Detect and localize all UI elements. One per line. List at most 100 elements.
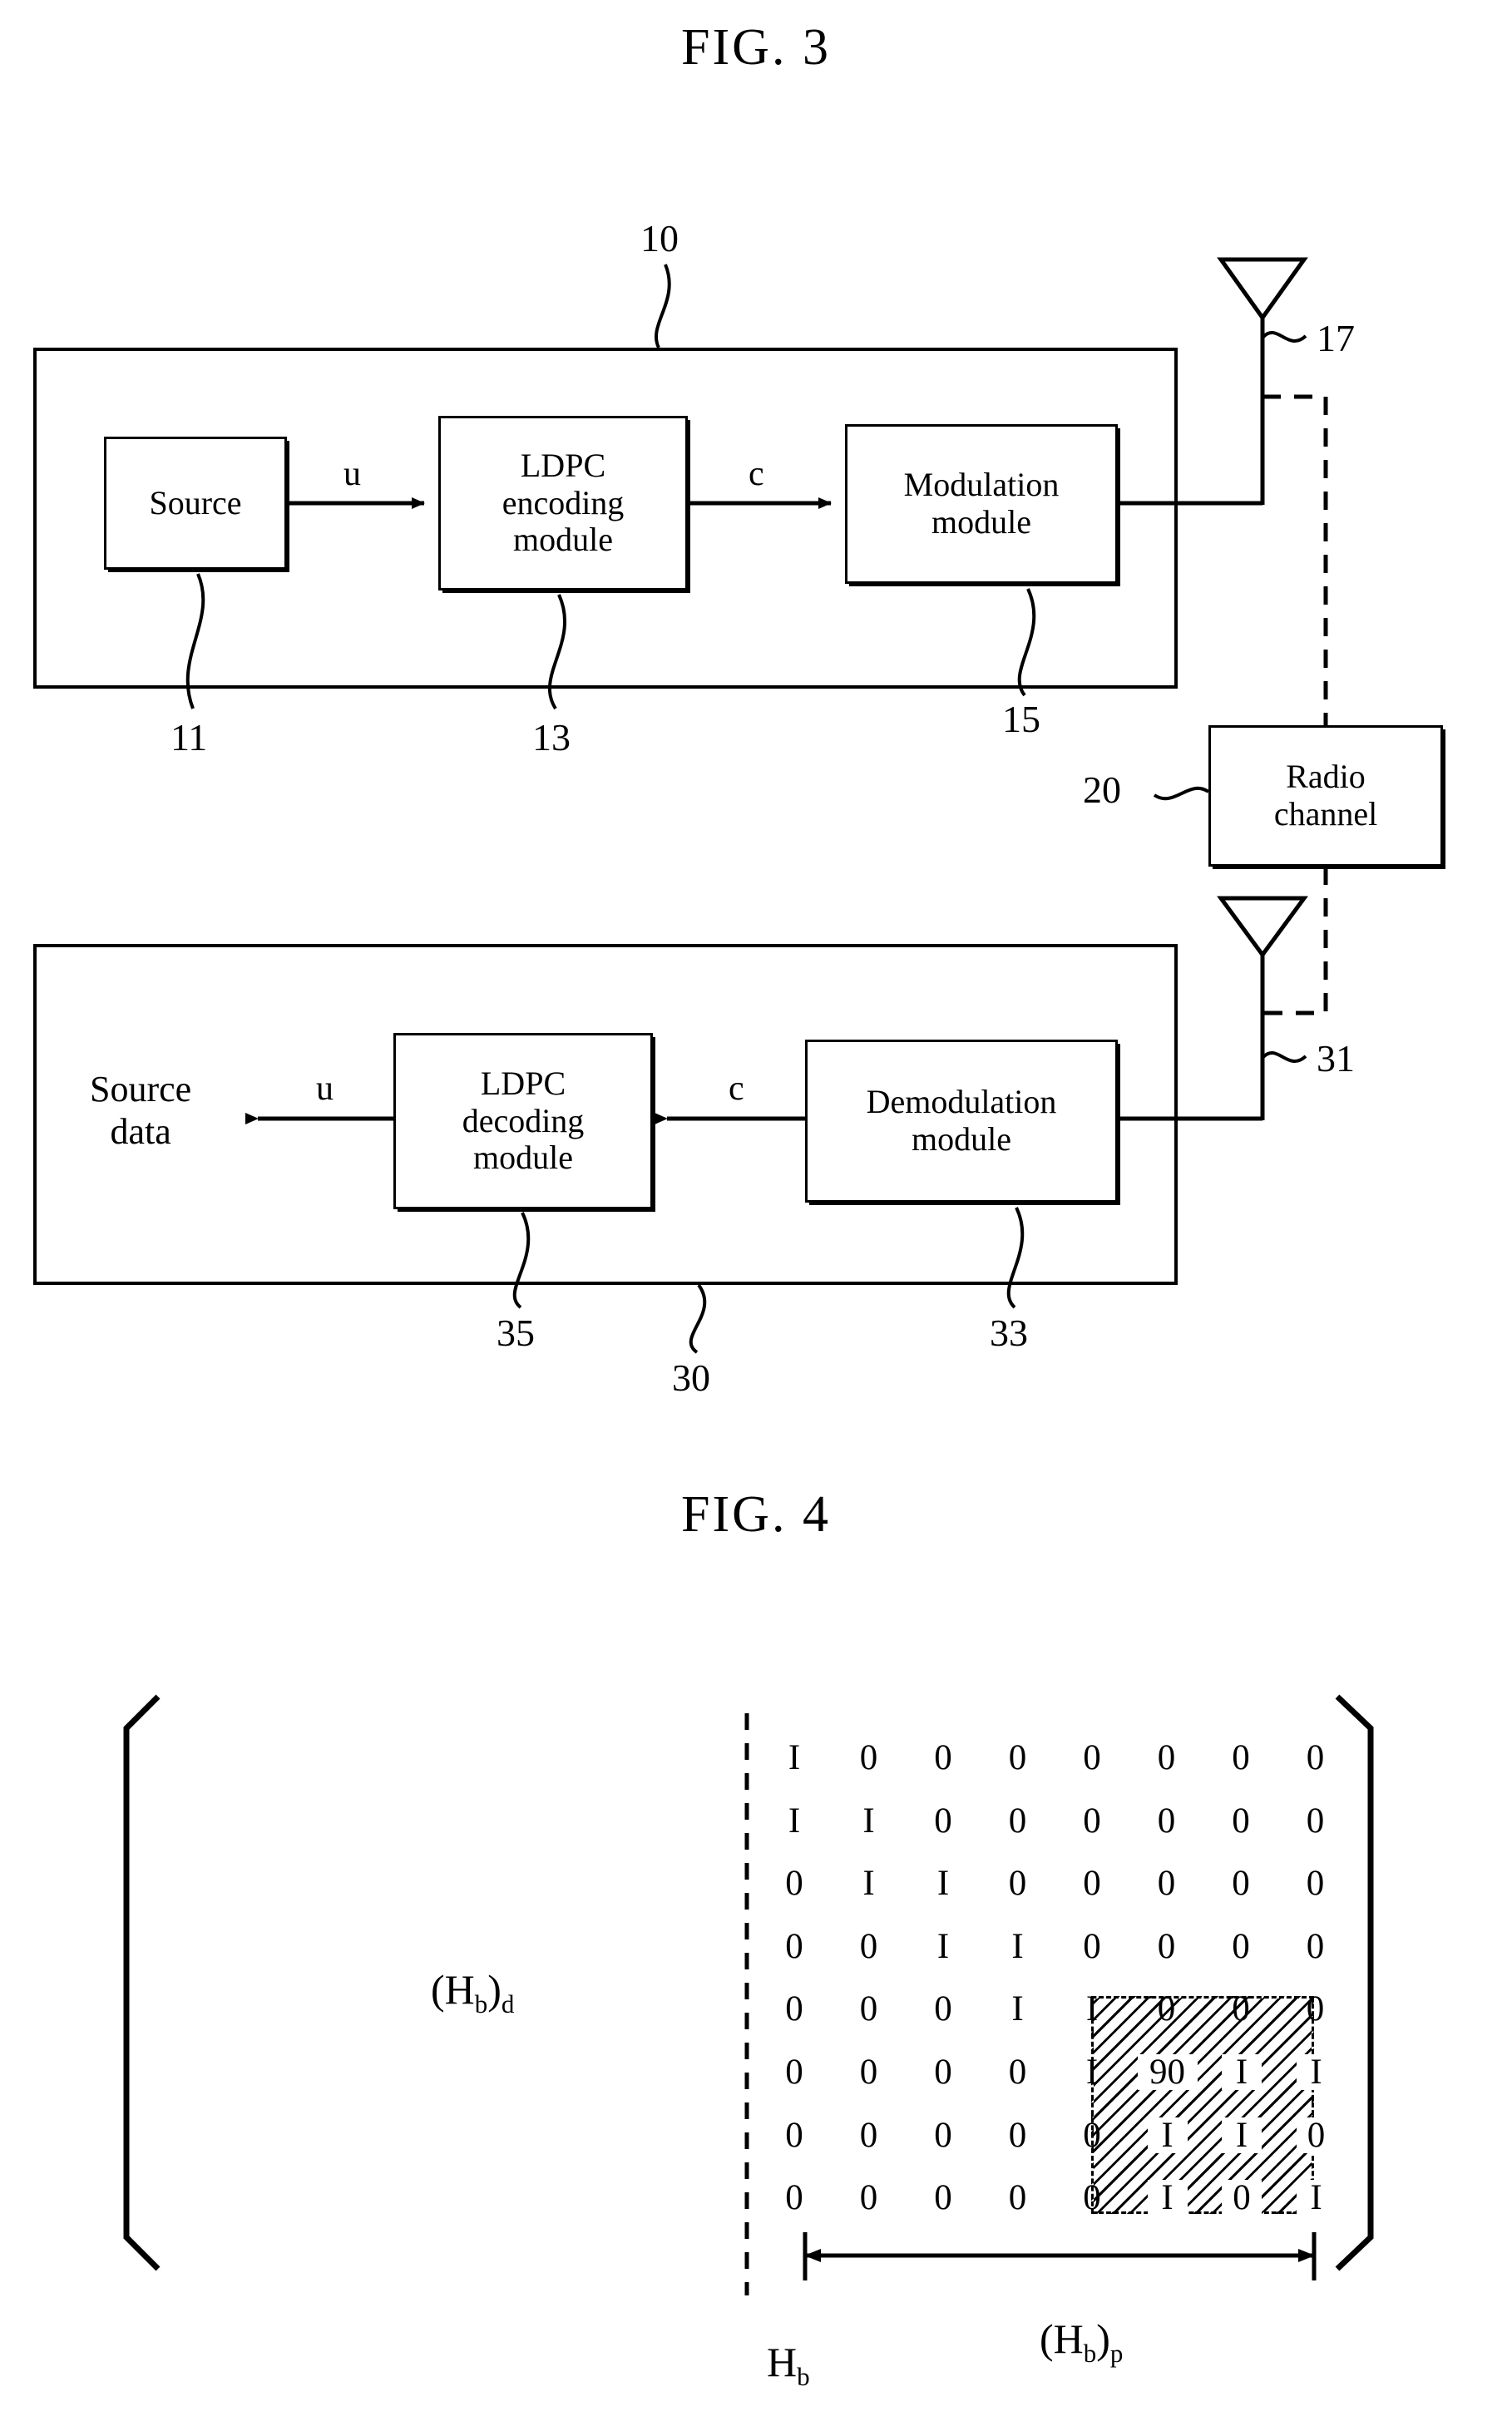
matrix-cell-r2-c4: 0 — [1008, 1801, 1027, 1841]
source-block-label: Source — [149, 483, 242, 521]
matrix-cell-r7-c3: 0 — [934, 2115, 952, 2155]
signal-label-u-tx: u — [343, 455, 361, 493]
matrix-cell-r5-c1: 0 — [785, 1989, 803, 2029]
matrix-cell-r4-c6: 0 — [1157, 1926, 1176, 1966]
modulation-module-block: Modulation module — [845, 424, 1118, 584]
matrix-cell-r5-c6: 0 — [1157, 1989, 1176, 2029]
hbp-sub2: p — [1109, 2339, 1124, 2368]
matrix-left-bracket — [123, 1694, 161, 2271]
hbp-mid: ) — [1096, 2315, 1110, 2362]
matrix-cell-r3-c7: 0 — [1232, 1864, 1250, 1904]
matrix-cell-r4-c4: I — [1011, 1926, 1024, 1966]
ldpc-decoding-module-label: LDPC decoding module — [462, 1064, 585, 1177]
reference-numeral-13: 13 — [532, 716, 571, 758]
ldpc-encoding-module-block: LDPC encoding module — [438, 416, 688, 590]
reference-numeral-11: 11 — [170, 716, 208, 758]
matrix-cell-r1-c4: 0 — [1008, 1738, 1027, 1777]
matrix-cell-r7-c5: 0 — [1083, 2115, 1101, 2155]
matrix-cell-r6-c1: 0 — [785, 2053, 803, 2092]
signal-label-u-rx: u — [316, 1070, 334, 1108]
matrix-cell-r6-c8: I — [1296, 2054, 1337, 2090]
matrix-cell-r1-c6: 0 — [1157, 1738, 1176, 1777]
matrix-cell-r3-c2: I — [862, 1864, 875, 1904]
source-data-output-label: Source data — [90, 1069, 192, 1152]
patent-figure-page: FIG. 3 Source LDPC encoding module Modul… — [0, 0, 1512, 2389]
reference-numeral-15: 15 — [1002, 698, 1040, 740]
ldpc-decoding-module-block: LDPC decoding module — [393, 1033, 653, 1209]
matrix-cell-r6-c2: 0 — [859, 2053, 878, 2092]
hbd-base: (H — [431, 1966, 475, 2013]
radio-channel-label: Radio channel — [1273, 758, 1378, 833]
reference-numeral-10: 10 — [640, 217, 679, 259]
signal-label-c-tx: c — [749, 455, 764, 493]
matrix-cell-r6-c6: 90 — [1137, 2054, 1198, 2090]
matrix-cell-r2-c1: I — [788, 1801, 801, 1841]
reference-numeral-31: 31 — [1317, 1037, 1355, 1080]
matrix-cell-r7-c4: 0 — [1008, 2115, 1027, 2155]
matrix-cell-r3-c1: 0 — [785, 1864, 803, 1904]
reference-numeral-35: 35 — [497, 1312, 535, 1354]
demodulation-module-block: Demodulation module — [805, 1040, 1118, 1203]
matrix-cell-r4-c8: 0 — [1306, 1926, 1325, 1966]
matrix-cell-r4-c3: I — [936, 1926, 950, 1966]
figure-4-title: FIG. 4 — [681, 1486, 831, 1543]
matrix-cell-r5-c2: 0 — [859, 1989, 878, 2029]
matrix-cell-r8-c1: 0 — [785, 2178, 803, 2218]
matrix-cell-r3-c5: 0 — [1083, 1864, 1101, 1904]
hbd-sub2: d — [501, 1989, 515, 2018]
matrix-cell-r4-c7: 0 — [1232, 1926, 1250, 1966]
hb-sub: b — [797, 2362, 810, 2391]
hbp-sub1: b — [1083, 2339, 1097, 2368]
matrix-cell-r7-c1: 0 — [785, 2115, 803, 2155]
matrix-cell-r8-c7: 0 — [1222, 2180, 1262, 2216]
reference-numeral-20: 20 — [1083, 768, 1121, 811]
matrix-cell-r2-c7: 0 — [1232, 1801, 1250, 1841]
matrix-cell-r5-c8: 0 — [1306, 1989, 1325, 2029]
antenna-icon-tx — [1217, 257, 1308, 505]
matrix-span-label-hb-p: (Hb)p — [998, 2270, 1123, 2408]
demodulation-module-label: Demodulation module — [866, 1083, 1057, 1158]
hbp-base: (H — [1040, 2315, 1084, 2362]
reference-numeral-30: 30 — [672, 1356, 710, 1399]
matrix-cell-r5-c5: I — [1085, 1989, 1099, 2029]
matrix-cell-r4-c5: 0 — [1083, 1926, 1101, 1966]
antenna-icon-rx — [1217, 896, 1308, 1120]
hb-base: H — [767, 2339, 798, 2385]
matrix-cell-r6-c7: I — [1222, 2054, 1262, 2090]
matrix-cell-r1-c7: 0 — [1232, 1738, 1250, 1777]
matrix-cell-r7-c7: I — [1222, 2117, 1262, 2153]
matrix-cell-r1-c3: 0 — [934, 1738, 952, 1777]
figure-3-title: FIG. 3 — [681, 19, 831, 76]
matrix-cell-r3-c4: 0 — [1008, 1864, 1027, 1904]
hbd-sub1: b — [474, 1989, 488, 2018]
reference-numeral-17: 17 — [1317, 317, 1355, 359]
matrix-cell-r1-c5: 0 — [1083, 1738, 1101, 1777]
matrix-cell-r6-c3: 0 — [934, 2053, 952, 2092]
matrix-cell-r7-c8: 0 — [1296, 2117, 1337, 2153]
matrix-right-bracket — [1335, 1694, 1374, 2271]
source-block: Source — [104, 437, 287, 570]
matrix-cell-r8-c8: I — [1296, 2180, 1337, 2216]
matrix-cell-r4-c2: 0 — [859, 1926, 878, 1966]
ldpc-encoding-module-label: LDPC encoding module — [502, 446, 625, 559]
matrix-cell-r8-c6: I — [1147, 2180, 1188, 2216]
matrix-cell-r2-c2: I — [862, 1801, 875, 1841]
matrix-cell-r2-c3: 0 — [934, 1801, 952, 1841]
matrix-label-hb: Hb — [725, 2294, 810, 2431]
matrix-cell-r1-c2: 0 — [859, 1738, 878, 1777]
matrix-cell-r1-c1: I — [788, 1738, 801, 1777]
matrix-cell-r4-c1: 0 — [785, 1926, 803, 1966]
matrix-cell-r3-c6: 0 — [1157, 1864, 1176, 1904]
hbd-mid: ) — [487, 1966, 502, 2013]
matrix-cell-r5-c7: 0 — [1232, 1989, 1250, 2029]
matrix-cell-r8-c3: 0 — [934, 2178, 952, 2218]
matrix-cell-r7-c2: 0 — [859, 2115, 878, 2155]
radio-channel-block: Radio channel — [1208, 725, 1443, 867]
modulation-module-label: Modulation module — [903, 466, 1060, 541]
matrix-cell-r6-c5: I — [1085, 2053, 1099, 2092]
matrix-cell-r8-c2: 0 — [859, 2178, 878, 2218]
matrix-cell-r1-c8: 0 — [1306, 1738, 1325, 1777]
matrix-cell-r5-c4: I — [1011, 1989, 1024, 2029]
matrix-cell-r3-c3: I — [936, 1864, 950, 1904]
matrix-cell-r2-c6: 0 — [1157, 1801, 1176, 1841]
